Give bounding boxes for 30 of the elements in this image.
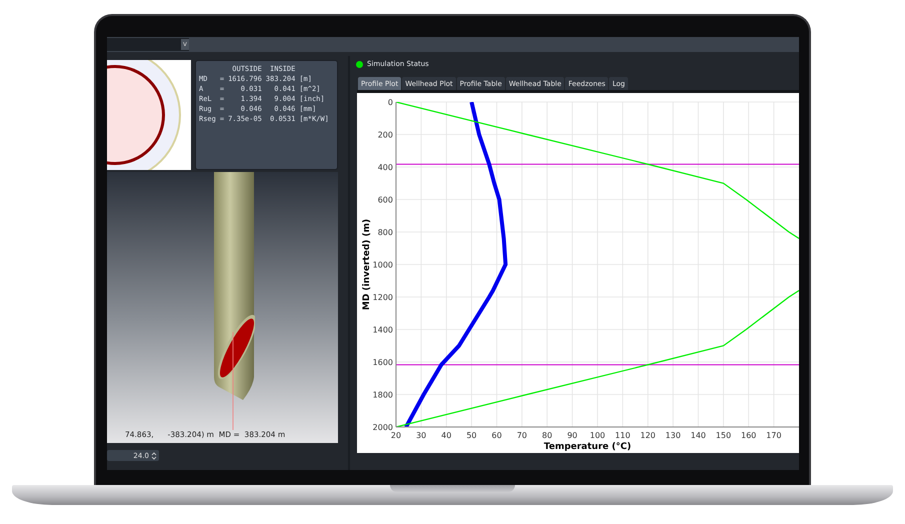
y-axis-title: MD (inverted) (m): [362, 218, 372, 310]
x-tick-label: 80: [542, 431, 552, 440]
spin-arrows-icon: [151, 452, 157, 460]
y-tick-label: 2000: [372, 423, 393, 432]
x-tick-label: 60: [492, 431, 502, 440]
y-tick-label: 1400: [372, 326, 393, 334]
x-axis-title: Temperature (°C): [544, 442, 632, 452]
x-tick-label: 100: [590, 431, 606, 440]
x-tick-label: 170: [766, 431, 782, 440]
y-tick-label: 400: [378, 163, 393, 172]
x-tick-label: 20: [390, 431, 402, 440]
x-tick-label: 30: [416, 431, 426, 440]
x-tick-label: 40: [441, 431, 452, 440]
x-tick-label: 120: [640, 431, 656, 440]
y-tick-label: 1000: [372, 260, 393, 270]
y-tick-label: 1600: [372, 358, 393, 367]
y-tick-label: 600: [378, 196, 393, 204]
x-tick-label: 110: [615, 431, 630, 440]
x-tick-label: 70: [516, 431, 528, 440]
y-tick-label: 0: [388, 98, 393, 107]
x-tick-label: 160: [740, 431, 756, 440]
x-tick-label: 140: [690, 431, 706, 440]
x-tick-label: 90: [567, 431, 578, 440]
y-tick-label: 800: [378, 228, 393, 237]
x-tick-label: 50: [466, 431, 477, 440]
y-tick-label: 1200: [372, 293, 393, 302]
y-tick-label: 200: [378, 130, 393, 140]
y-tick-label: 1800: [372, 390, 393, 400]
x-tick-label: 130: [665, 431, 681, 440]
x-tick-label: 150: [716, 431, 732, 440]
